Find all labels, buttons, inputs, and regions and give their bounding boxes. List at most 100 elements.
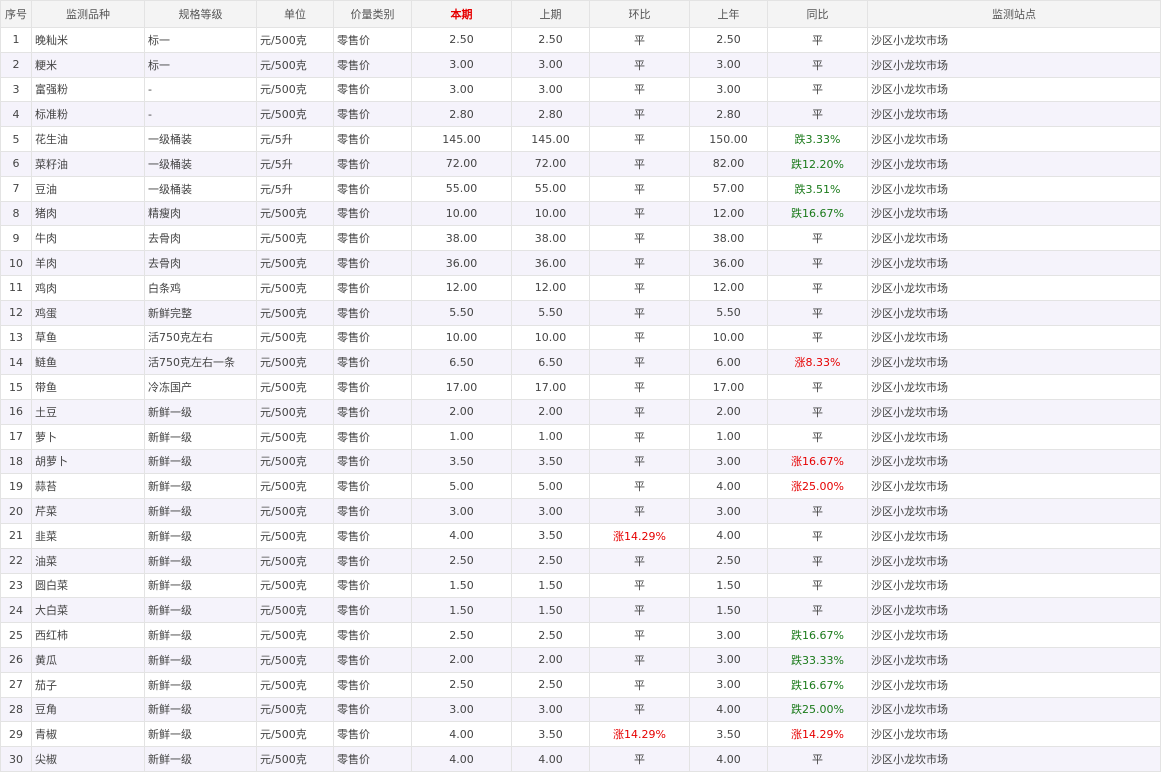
cell-previous: 2.50 <box>511 547 590 574</box>
table-row: 4 标准粉 - 元/500克 零售价 2.80 2.80 平 2.80 平沙区小龙坎市场 <box>0 101 1161 128</box>
cell-last-year: 4.00 <box>689 473 768 500</box>
cell-station: 沙区小龙坎市场 <box>867 374 1161 400</box>
cell-yoy: 跌25.00% <box>767 696 868 723</box>
cell-item: 油菜 <box>31 547 145 574</box>
cell-current: 5.00 <box>411 473 512 500</box>
cell-unit: 元/500克 <box>256 76 334 103</box>
cell-item: 带鱼 <box>31 374 145 400</box>
cell-station: 沙区小龙坎市场 <box>867 473 1161 500</box>
table-row: 16 土豆 新鲜一级 元/500克 零售价 2.00 2.00 平 2.00 平沙区小龙坎市场 <box>0 398 1161 425</box>
header-item: 监测品种 <box>31 0 145 28</box>
cell-current: 145.00 <box>411 126 512 152</box>
cell-item: 茄子 <box>31 671 145 698</box>
cell-unit: 元/500克 <box>256 200 334 227</box>
cell-previous: 36.00 <box>511 250 590 276</box>
cell-item: 黄瓜 <box>31 646 145 673</box>
cell-unit: 元/500克 <box>256 299 334 326</box>
cell-last-year: 3.00 <box>689 671 768 698</box>
cell-grade: 新鲜一级 <box>144 746 257 772</box>
cell-mom: 平 <box>589 374 690 400</box>
cell-yoy: 涨14.29% <box>767 721 868 748</box>
cell-price-type: 零售价 <box>333 671 412 698</box>
cell-previous: 10.00 <box>511 200 590 227</box>
cell-unit: 元/500克 <box>256 721 334 748</box>
cell-unit: 元/500克 <box>256 597 334 624</box>
cell-index: 8 <box>0 200 32 227</box>
cell-station: 沙区小龙坎市场 <box>867 27 1161 53</box>
cell-unit: 元/500克 <box>256 696 334 723</box>
cell-yoy: 平 <box>767 51 868 78</box>
cell-grade: 新鲜一级 <box>144 721 257 748</box>
cell-mom: 平 <box>589 498 690 524</box>
cell-current: 3.00 <box>411 498 512 524</box>
cell-index: 16 <box>0 398 32 425</box>
cell-item: 菜籽油 <box>31 150 145 177</box>
cell-item: 圆白菜 <box>31 572 145 599</box>
table-row: 13 草鱼 活750克左右 元/500克 零售价 10.00 10.00 平 10.00 平沙区小… <box>0 324 1161 351</box>
table-row: 24 大白菜 新鲜一级 元/500克 零售价 1.50 1.50 平 1.50 平沙区小龙坎市场 <box>0 597 1161 624</box>
cell-yoy: 平 <box>767 76 868 103</box>
cell-yoy: 跌33.33% <box>767 646 868 673</box>
cell-mom: 平 <box>589 76 690 103</box>
cell-price-type: 零售价 <box>333 547 412 574</box>
table-row: 7 豆油 一级桶装 元/5升 零售价 55.00 55.00 平 57.00 跌3.51% 沙区小龙… <box>0 175 1161 202</box>
cell-current: 72.00 <box>411 150 512 177</box>
cell-last-year: 3.00 <box>689 498 768 524</box>
header-row: 序号 监测品种 规格等级 单位 价量类别 本期 上期 环比 上年 同比 监测站点 <box>0 0 1161 28</box>
cell-grade: 新鲜一级 <box>144 696 257 723</box>
cell-grade: 新鲜一级 <box>144 522 257 549</box>
cell-previous: 3.50 <box>511 448 590 475</box>
cell-unit: 元/500克 <box>256 498 334 524</box>
cell-unit: 元/500克 <box>256 101 334 128</box>
cell-previous: 5.00 <box>511 473 590 500</box>
cell-current: 10.00 <box>411 324 512 351</box>
cell-grade: 新鲜一级 <box>144 473 257 500</box>
table-row: 9 牛肉 去骨肉 元/500克 零售价 38.00 38.00 平 38.00 平沙区小龙坎市场 <box>0 225 1161 252</box>
cell-current: 3.00 <box>411 696 512 723</box>
cell-mom: 平 <box>589 101 690 128</box>
cell-yoy: 平 <box>767 498 868 524</box>
cell-mom: 平 <box>589 126 690 152</box>
cell-item: 鸡肉 <box>31 274 145 301</box>
cell-current: 10.00 <box>411 200 512 227</box>
cell-item: 标准粉 <box>31 101 145 128</box>
cell-station: 沙区小龙坎市场 <box>867 498 1161 524</box>
cell-previous: 10.00 <box>511 324 590 351</box>
cell-last-year: 10.00 <box>689 324 768 351</box>
table-row: 11 鸡肉 白条鸡 元/500克 零售价 12.00 12.00 平 12.00 平沙区小龙坎市场 <box>0 274 1161 301</box>
cell-last-year: 5.50 <box>689 299 768 326</box>
cell-yoy: 平 <box>767 250 868 276</box>
table-row: 10 羊肉 去骨肉 元/500克 零售价 36.00 36.00 平 36.00 平沙区小龙坎市场 <box>0 250 1161 276</box>
cell-grade: 新鲜一级 <box>144 671 257 698</box>
cell-station: 沙区小龙坎市场 <box>867 398 1161 425</box>
cell-last-year: 150.00 <box>689 126 768 152</box>
cell-station: 沙区小龙坎市场 <box>867 299 1161 326</box>
cell-index: 27 <box>0 671 32 698</box>
cell-station: 沙区小龙坎市场 <box>867 250 1161 276</box>
cell-grade: 新鲜一级 <box>144 572 257 599</box>
table-row: 20 芹菜 新鲜一级 元/500克 零售价 3.00 3.00 平 3.00 平沙区小龙坎市场 <box>0 498 1161 524</box>
cell-item: 花生油 <box>31 126 145 152</box>
cell-previous: 2.80 <box>511 101 590 128</box>
cell-grade: 标一 <box>144 27 257 53</box>
cell-yoy: 跌16.67% <box>767 671 868 698</box>
cell-yoy: 平 <box>767 746 868 772</box>
cell-previous: 17.00 <box>511 374 590 400</box>
cell-current: 6.50 <box>411 349 512 376</box>
cell-grade: 新鲜一级 <box>144 646 257 673</box>
table-row: 17 萝卜 新鲜一级 元/500克 零售价 1.00 1.00 平 1.00 平沙区小龙坎市场 <box>0 423 1161 450</box>
cell-last-year: 2.80 <box>689 101 768 128</box>
cell-mom: 平 <box>589 51 690 78</box>
cell-item: 大白菜 <box>31 597 145 624</box>
price-monitor-table: 序号 监测品种 规格等级 单位 价量类别 本期 上期 环比 上年 同比 监测站点… <box>0 0 1161 772</box>
cell-mom: 涨14.29% <box>589 522 690 549</box>
header-year-on-year: 同比 <box>767 0 868 28</box>
cell-last-year: 4.00 <box>689 696 768 723</box>
table-row: 18 胡萝卜 新鲜一级 元/500克 零售价 3.50 3.50 平 3.00 涨16.67% 沙区… <box>0 448 1161 475</box>
cell-price-type: 零售价 <box>333 126 412 152</box>
cell-price-type: 零售价 <box>333 498 412 524</box>
cell-current: 3.00 <box>411 51 512 78</box>
cell-index: 4 <box>0 101 32 128</box>
cell-last-year: 12.00 <box>689 200 768 227</box>
cell-price-type: 零售价 <box>333 597 412 624</box>
